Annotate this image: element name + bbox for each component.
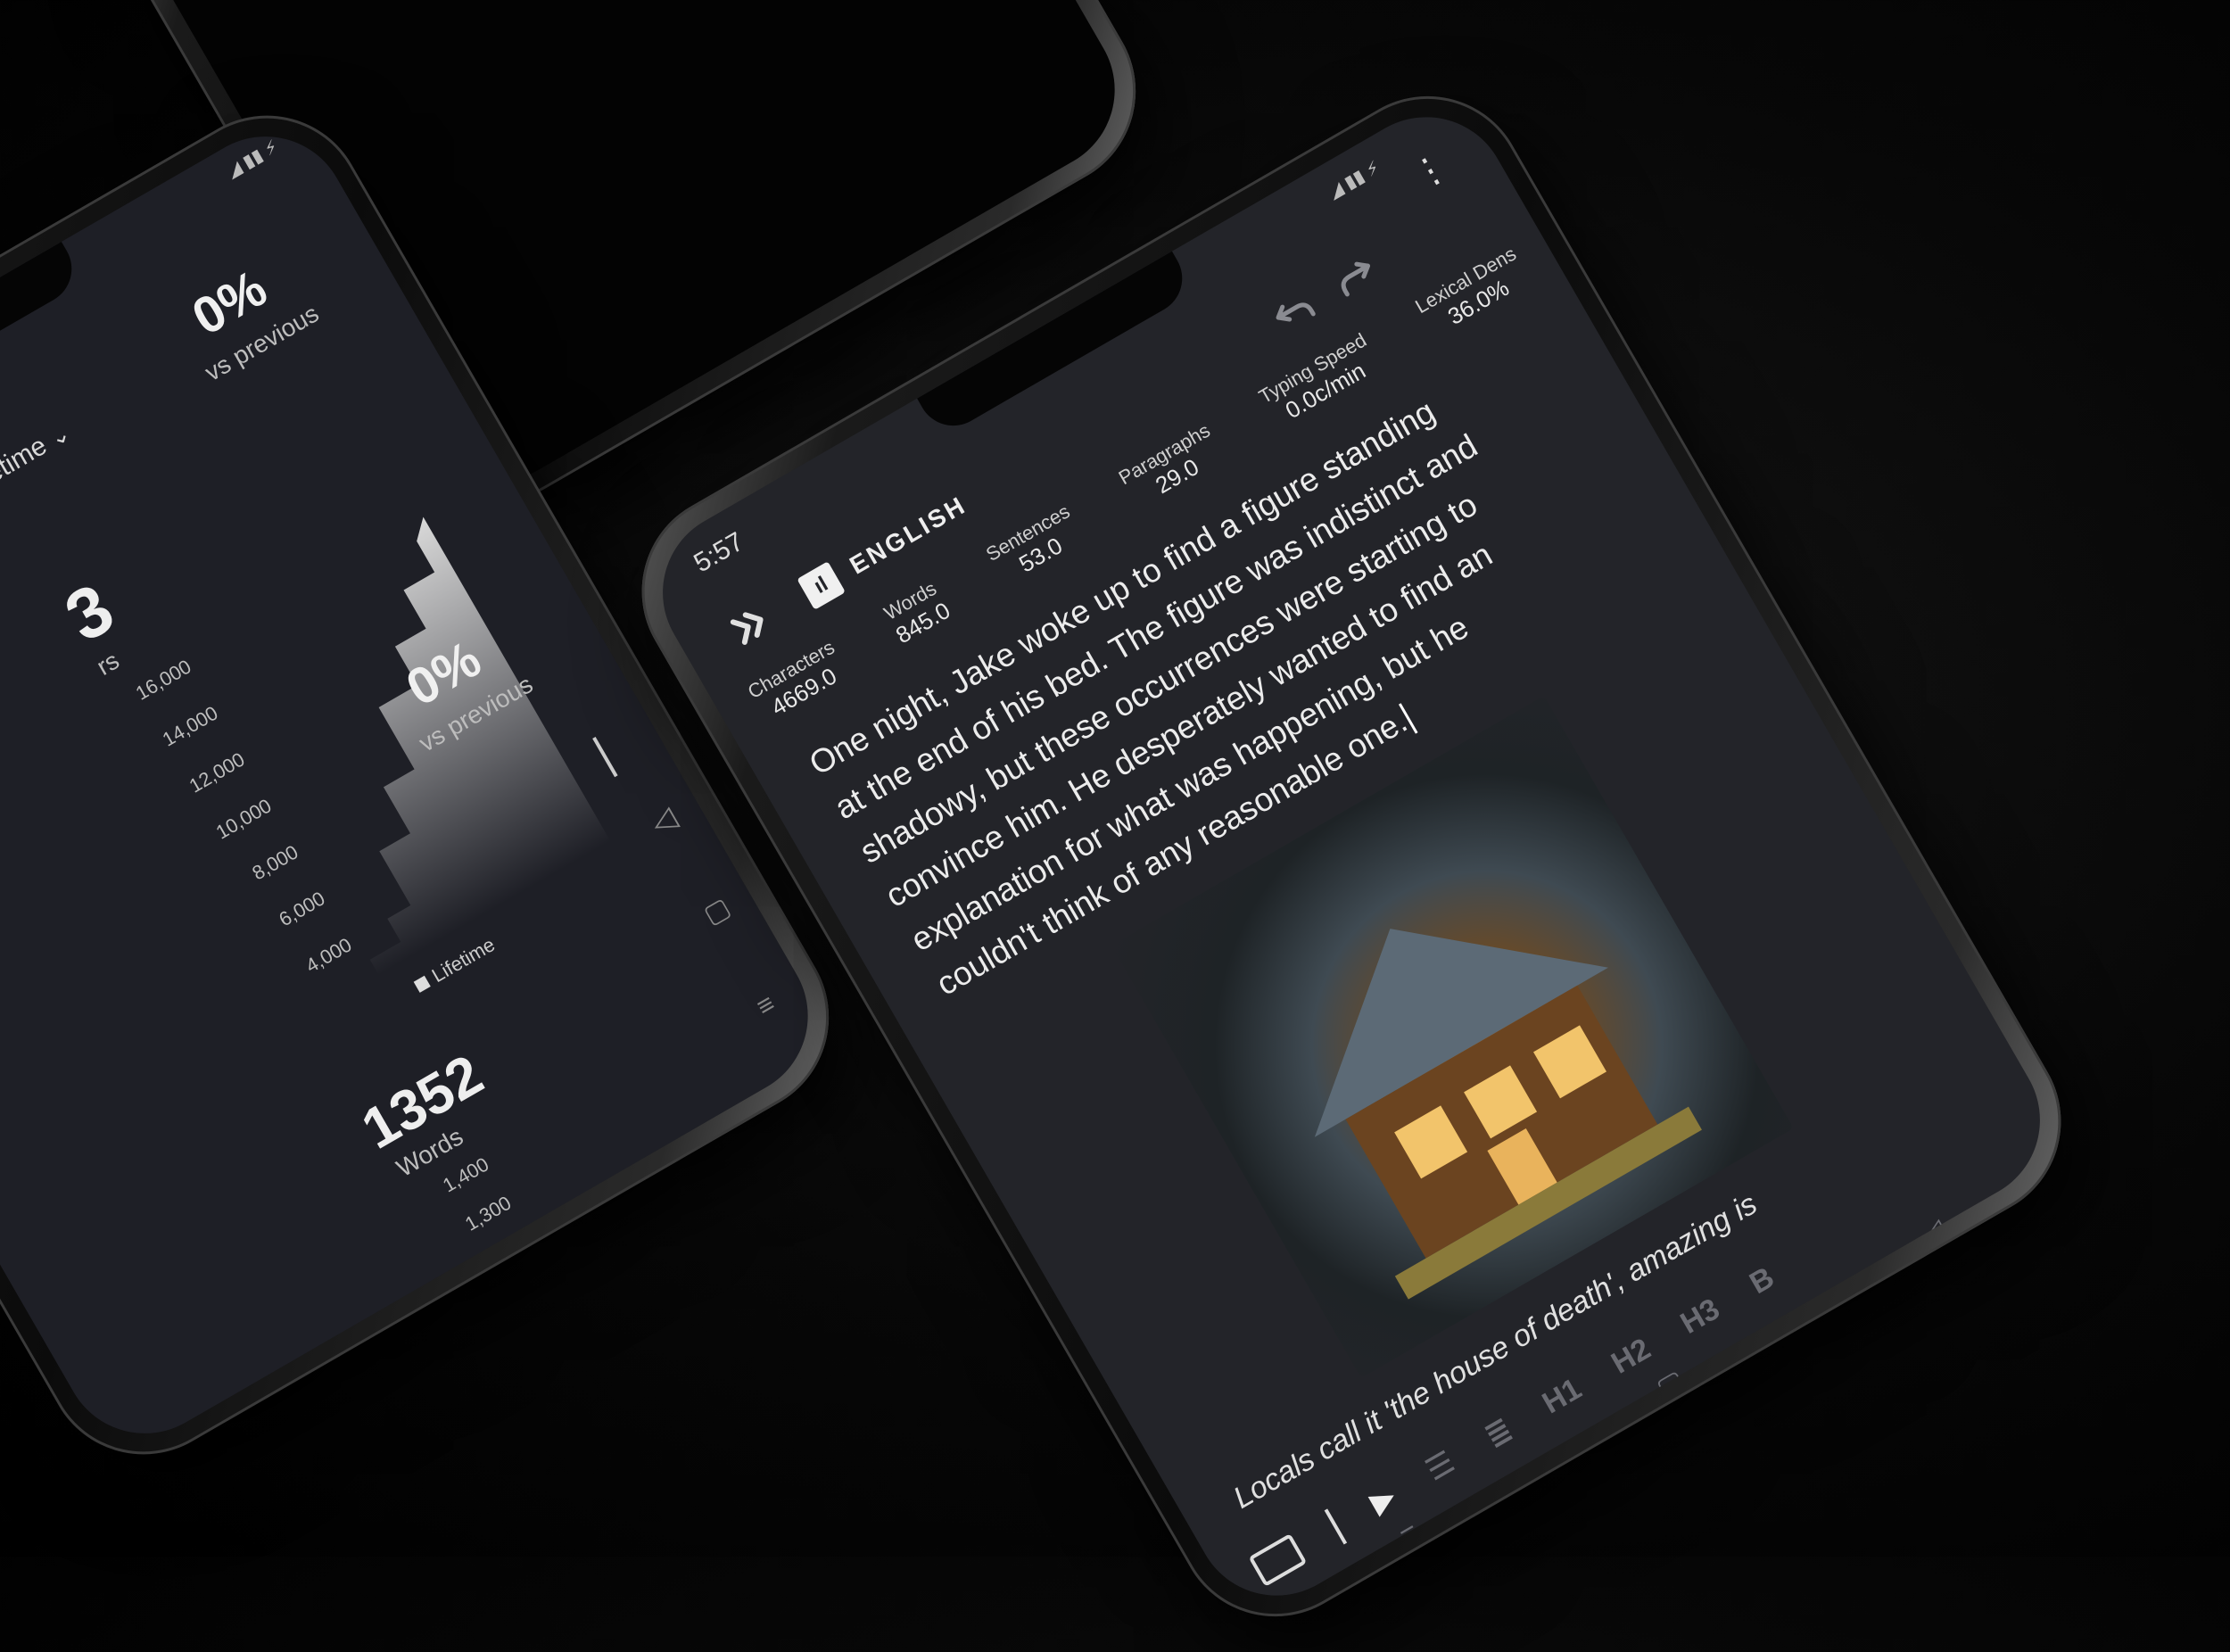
- stat-item: Sentences 53.0: [982, 500, 1088, 590]
- nav-recents-icon[interactable]: ≡: [1394, 1516, 1425, 1553]
- expand-icon[interactable]: [728, 603, 774, 647]
- y-tick-label: 14,000: [158, 701, 222, 751]
- status-time: 5:57: [689, 526, 749, 579]
- notch: [0, 241, 85, 429]
- h1-button[interactable]: H1: [1536, 1371, 1587, 1421]
- divider: [1324, 1508, 1348, 1545]
- range-label: etime: [0, 431, 53, 490]
- nav-recents-icon[interactable]: ≡: [752, 989, 780, 1023]
- partial-value: 3: [52, 567, 127, 657]
- legend-label: Lifetime: [427, 933, 499, 987]
- h2-button[interactable]: H2: [1606, 1332, 1656, 1382]
- editor-screen: 5:57 ◢ ▮▮ ⚡ ⋮ ıl ENGLISH Characters 4669.…: [632, 87, 2070, 1626]
- y-tick-label: 12,000: [185, 748, 249, 797]
- undo-icon[interactable]: [1269, 289, 1318, 335]
- y-tick-label: 10,000: [211, 794, 276, 844]
- stat-item: Characters 4669.0: [744, 636, 853, 728]
- redo-icon[interactable]: [1331, 253, 1380, 299]
- range-dropdown[interactable]: etime ⌄: [0, 417, 76, 490]
- chevron-down-icon: ⌄: [44, 418, 75, 452]
- nav-home-icon[interactable]: ▢: [698, 891, 736, 930]
- y-tick-label: 8,000: [248, 840, 302, 885]
- y-tick-label: 16,000: [131, 655, 195, 705]
- stat-item: Paragraphs 29.0: [1115, 419, 1228, 514]
- align-icon[interactable]: ≣: [1479, 1411, 1519, 1455]
- stats-toggle-icon[interactable]: ıl: [797, 561, 846, 610]
- stat-item: Lexical Dens 36.0%: [1411, 243, 1534, 343]
- stat-item: Words 845.0: [880, 576, 955, 649]
- legend-swatch: [413, 975, 431, 993]
- h3-button[interactable]: H3: [1674, 1292, 1725, 1342]
- play-icon[interactable]: ▶: [1364, 1478, 1402, 1521]
- more-menu-icon[interactable]: ⋮: [1405, 145, 1456, 197]
- bold-button[interactable]: B: [1744, 1260, 1780, 1301]
- status-icons: ◢ ▮▮ ⚡: [1325, 157, 1383, 203]
- y-tick-label: 6,000: [275, 887, 329, 931]
- y-tick-label: 1,300: [461, 1191, 516, 1235]
- status-icons: ◢ ▮▮ ⚡: [223, 136, 282, 182]
- words-chart: 16,000 14,000 12,000 10,000 8,000 6,000 4,000: [114, 490, 657, 1020]
- text-cursor: [1398, 703, 1418, 735]
- notch: [917, 251, 1195, 439]
- keyboard-icon[interactable]: [1248, 1533, 1308, 1587]
- y-tick-label: 4,000: [301, 933, 356, 978]
- list-icon[interactable]: ☰: [1419, 1444, 1460, 1489]
